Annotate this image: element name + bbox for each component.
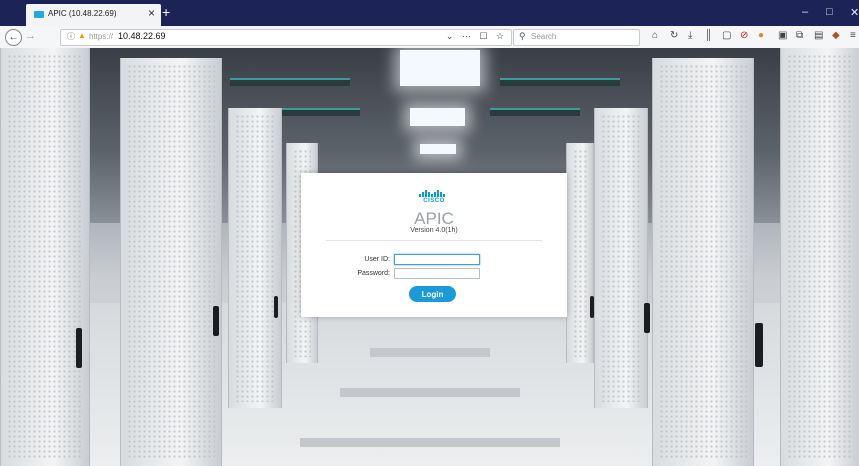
server-rack bbox=[120, 58, 222, 466]
tab-title: APIC (10.48.22.69) bbox=[48, 9, 117, 18]
screenshot-icon[interactable]: ▣ bbox=[778, 30, 787, 41]
ceiling-light bbox=[420, 144, 456, 154]
sidebar-icon[interactable]: ▢ bbox=[722, 30, 731, 41]
rack-handle bbox=[213, 306, 219, 336]
floor-tile bbox=[370, 348, 490, 357]
user-id-label: User ID: bbox=[364, 256, 390, 263]
divider bbox=[326, 240, 542, 241]
product-title: APIC bbox=[414, 209, 454, 228]
maximize-button[interactable]: □ bbox=[826, 6, 833, 18]
login-button[interactable]: Login bbox=[409, 286, 456, 302]
page-actions-icon[interactable]: ⌄ ⋯ ☐ ☆ bbox=[446, 31, 507, 42]
rack-handle bbox=[274, 296, 278, 318]
url-host: 10.48.22.69 bbox=[118, 31, 166, 41]
floor-tile bbox=[300, 438, 560, 447]
rack-handle bbox=[590, 296, 594, 318]
floor-tile bbox=[340, 388, 520, 397]
search-icon: ⚲ bbox=[519, 31, 526, 41]
password-label: Password: bbox=[357, 270, 390, 277]
rack-handle bbox=[755, 323, 763, 367]
reload-icon[interactable]: ↻ bbox=[670, 30, 678, 41]
reader-icon[interactable]: ⧉ bbox=[796, 30, 803, 41]
search-placeholder: Search bbox=[531, 32, 557, 41]
download-icon[interactable]: ⤓ bbox=[688, 30, 692, 41]
server-rack bbox=[652, 58, 754, 466]
info-icon[interactable]: ⓘ bbox=[67, 31, 75, 42]
new-tab-button[interactable]: + bbox=[162, 4, 170, 20]
close-button[interactable]: ✕ bbox=[850, 6, 859, 19]
server-rack bbox=[594, 108, 648, 408]
cable-tray bbox=[230, 78, 350, 86]
forward-button[interactable]: → bbox=[25, 30, 36, 42]
address-bar[interactable]: ⓘ ▲ https:// 10.48.22.69 ⌄ ⋯ ☐ ☆ bbox=[60, 29, 512, 46]
login-panel: CISCO APIC Version 4.0(1h) User ID: Pass… bbox=[301, 173, 567, 317]
server-rack bbox=[780, 48, 859, 466]
rack-handle bbox=[644, 303, 650, 333]
site-favicon-icon bbox=[34, 11, 44, 18]
rack-handle bbox=[76, 328, 82, 368]
back-button[interactable]: ← bbox=[5, 29, 22, 46]
minimize-button[interactable]: ‒ bbox=[802, 6, 808, 18]
cable-tray bbox=[490, 108, 580, 116]
adblock-icon[interactable]: ⊘ bbox=[740, 30, 748, 41]
warning-lock-icon[interactable]: ▲ bbox=[78, 31, 86, 40]
url-protocol: https:// bbox=[89, 32, 114, 41]
server-rack bbox=[228, 108, 282, 408]
library-icon[interactable]: ║ bbox=[705, 30, 712, 41]
bookmark-icon[interactable]: ▤ bbox=[814, 30, 823, 41]
search-box[interactable]: ⚲ Search bbox=[513, 29, 640, 46]
tab-close-icon[interactable]: × bbox=[148, 6, 155, 20]
ceiling-light bbox=[410, 108, 465, 126]
navigation-bar: ← → ⓘ ▲ https:// 10.48.22.69 ⌄ ⋯ ☐ ☆ ⚲ S… bbox=[0, 26, 859, 49]
browser-tab[interactable]: APIC (10.48.22.69) × bbox=[26, 4, 161, 26]
browser-title-bar: APIC (10.48.22.69) × + ‒ □ ✕ bbox=[0, 0, 859, 26]
extension-2-icon[interactable]: ◆ bbox=[832, 30, 840, 41]
menu-icon[interactable]: ≡ bbox=[850, 30, 856, 41]
user-id-field[interactable] bbox=[394, 254, 480, 265]
home-icon[interactable]: ⌂ bbox=[652, 30, 658, 41]
server-rack bbox=[0, 48, 90, 466]
cisco-logo-icon bbox=[419, 190, 449, 197]
password-field[interactable] bbox=[394, 268, 480, 279]
version-label: Version 4.0(1h) bbox=[410, 227, 458, 234]
cable-tray bbox=[270, 108, 360, 116]
cable-tray bbox=[500, 78, 620, 86]
cisco-wordmark: CISCO bbox=[423, 198, 445, 204]
server-rack bbox=[566, 143, 594, 363]
extension-icon[interactable]: ● bbox=[758, 30, 764, 41]
ceiling-light bbox=[400, 50, 480, 86]
